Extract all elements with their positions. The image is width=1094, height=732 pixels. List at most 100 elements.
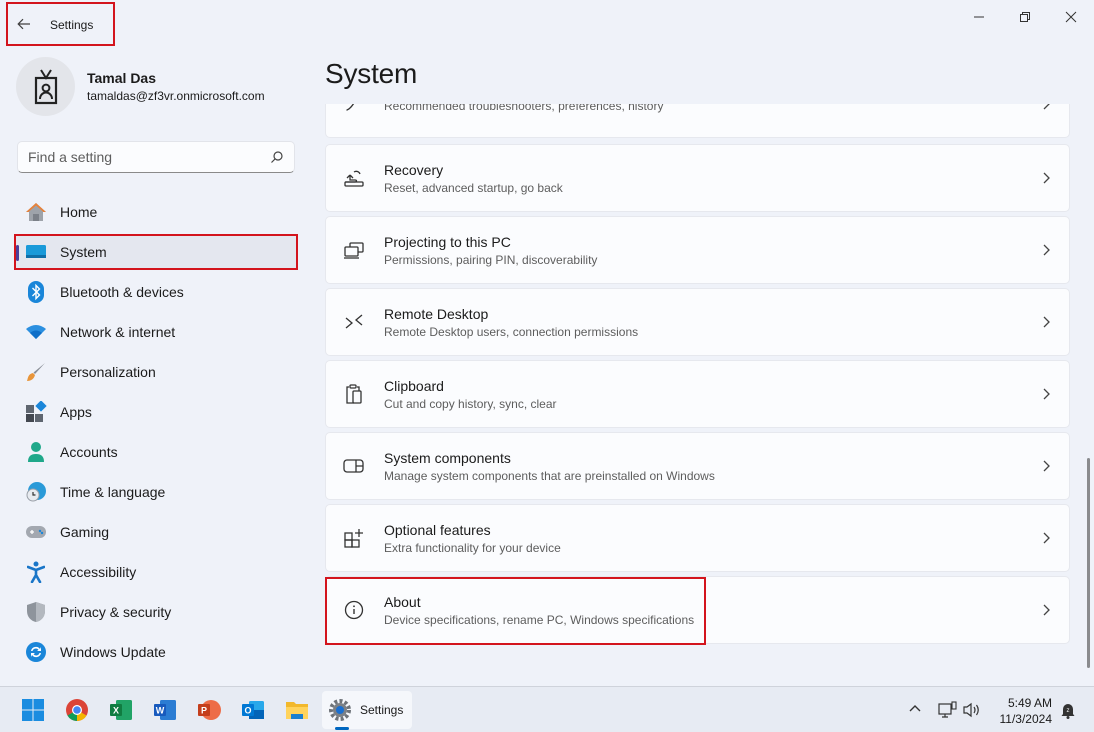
home-icon	[25, 201, 47, 223]
sidebar-item-windows-update[interactable]: Windows Update	[14, 634, 298, 670]
sidebar-item-label: Accessibility	[60, 564, 137, 580]
sidebar-item-label: Apps	[60, 404, 92, 420]
card-subtitle: Cut and copy history, sync, clear	[384, 396, 557, 411]
active-app-indicator	[335, 727, 349, 730]
outlook-icon: O	[242, 701, 264, 719]
notification-bell-icon[interactable]: z	[1060, 701, 1076, 719]
close-button[interactable]	[1048, 4, 1094, 30]
restore-button[interactable]	[1002, 4, 1048, 30]
card-title: Remote Desktop	[384, 305, 489, 322]
card-system-components[interactable]: System components Manage system componen…	[325, 432, 1070, 500]
taskbar-chrome[interactable]	[62, 695, 92, 725]
sidebar-item-network[interactable]: Network & internet	[14, 314, 298, 350]
card-projecting[interactable]: Projecting to this PC Permissions, pairi…	[325, 216, 1070, 284]
remote-desktop-icon	[343, 311, 365, 333]
svg-text:P: P	[201, 706, 207, 716]
card-subtitle: Manage system components that are preins…	[384, 468, 715, 483]
start-button[interactable]	[18, 695, 48, 725]
chevron-right-icon	[1043, 460, 1050, 472]
taskbar-settings-label: Settings	[360, 703, 404, 717]
folder-icon	[286, 702, 308, 719]
optional-features-icon	[343, 527, 365, 549]
sidebar-item-accounts[interactable]: Accounts	[14, 434, 298, 470]
settings-window: Settings Tamal Das tamaldas@zf3vr.onmicr…	[0, 0, 1094, 686]
close-icon	[1065, 11, 1077, 23]
avatar	[16, 57, 75, 116]
user-profile[interactable]: Tamal Das tamaldas@zf3vr.onmicrosoft.com	[16, 57, 265, 116]
sidebar-item-privacy[interactable]: Privacy & security	[14, 594, 298, 630]
taskbar-settings[interactable]: Settings	[322, 691, 412, 729]
chevron-right-icon	[1043, 532, 1050, 544]
card-title: About	[384, 593, 421, 610]
sidebar-item-system[interactable]: System	[14, 234, 298, 270]
sidebar-item-label: Privacy & security	[60, 604, 172, 620]
sidebar-item-label: Bluetooth & devices	[60, 284, 184, 300]
projecting-icon	[343, 239, 365, 261]
svg-text:O: O	[244, 706, 251, 716]
system-components-icon	[343, 455, 365, 477]
accessibility-icon	[25, 561, 47, 583]
search-icon[interactable]	[270, 150, 284, 164]
card-title: Clipboard	[384, 377, 444, 394]
taskbar-word[interactable]: W	[150, 695, 180, 725]
taskbar-outlook[interactable]: O	[238, 695, 268, 725]
recovery-icon	[343, 167, 365, 189]
shield-icon	[25, 601, 47, 623]
sidebar-item-accessibility[interactable]: Accessibility	[14, 554, 298, 590]
scrollbar[interactable]	[1087, 458, 1090, 668]
network-ethernet-icon[interactable]	[938, 701, 958, 719]
volume-icon[interactable]	[962, 702, 982, 718]
card-recovery[interactable]: Recovery Reset, advanced startup, go bac…	[325, 144, 1070, 212]
chrome-icon	[66, 699, 88, 721]
card-subtitle: Extra functionality for your device	[384, 540, 561, 555]
page-title: System	[325, 58, 418, 89]
sidebar-item-bluetooth[interactable]: Bluetooth & devices	[14, 274, 298, 310]
clock-date: 11/3/2024	[999, 712, 1053, 726]
id-badge-icon	[34, 68, 57, 104]
taskbar-file-explorer[interactable]	[282, 695, 312, 725]
info-icon	[343, 599, 365, 621]
sidebar-item-label: Accounts	[60, 444, 118, 460]
clipboard-icon	[343, 383, 365, 405]
gamepad-icon	[25, 521, 47, 543]
minimize-button[interactable]	[956, 4, 1002, 30]
person-icon	[25, 441, 47, 463]
settings-gear-icon	[329, 699, 351, 721]
sidebar-item-apps[interactable]: Apps	[14, 394, 298, 430]
sidebar-item-label: Network & internet	[60, 324, 176, 340]
settings-list: Recommended troubleshooters, preferences…	[324, 104, 1070, 664]
sidebar-item-home[interactable]: Home	[14, 194, 298, 230]
card-remote-desktop[interactable]: Remote Desktop Remote Desktop users, con…	[325, 288, 1070, 356]
taskbar-excel[interactable]: X	[106, 695, 136, 725]
card-subtitle: Device specifications, rename PC, Window…	[384, 612, 695, 627]
minimize-icon	[974, 16, 984, 18]
card-clipboard[interactable]: Clipboard Cut and copy history, sync, cl…	[325, 360, 1070, 428]
card-subtitle: Remote Desktop users, connection permiss…	[384, 324, 639, 339]
sidebar-item-time-language[interactable]: Time & language	[14, 474, 298, 510]
chevron-up-icon[interactable]	[908, 703, 922, 713]
card-optional-features[interactable]: Optional features Extra functionality fo…	[325, 504, 1070, 572]
title-bar: Settings	[0, 0, 1094, 48]
search-box[interactable]	[17, 141, 295, 173]
update-icon	[25, 641, 47, 663]
sidebar-item-personalization[interactable]: Personalization	[14, 354, 298, 390]
selection-indicator	[16, 245, 19, 261]
sidebar-item-label: Windows Update	[60, 644, 166, 660]
search-input[interactable]	[18, 142, 258, 172]
card-about[interactable]: About Device specifications, rename PC, …	[325, 576, 1070, 644]
brush-icon	[25, 361, 47, 383]
sidebar-item-gaming[interactable]: Gaming	[14, 514, 298, 550]
word-icon: W	[154, 700, 176, 720]
taskbar-powerpoint[interactable]: P	[194, 695, 224, 725]
sidebar-nav: Home System Bluetooth & devices Network …	[14, 194, 298, 674]
chevron-right-icon	[1043, 604, 1050, 616]
clock[interactable]: 5:49 AM 11/3/2024	[988, 695, 1053, 727]
powerpoint-icon: P	[198, 700, 221, 720]
back-arrow-icon[interactable]	[16, 16, 32, 32]
card-troubleshoot[interactable]: Recommended troubleshooters, preferences…	[325, 104, 1070, 138]
windows-start-icon	[22, 699, 44, 721]
card-subtitle: Recommended troubleshooters, preferences…	[384, 104, 664, 113]
svg-text:z: z	[1067, 708, 1070, 714]
restore-icon	[1020, 12, 1030, 22]
chevron-right-icon	[1043, 172, 1050, 184]
